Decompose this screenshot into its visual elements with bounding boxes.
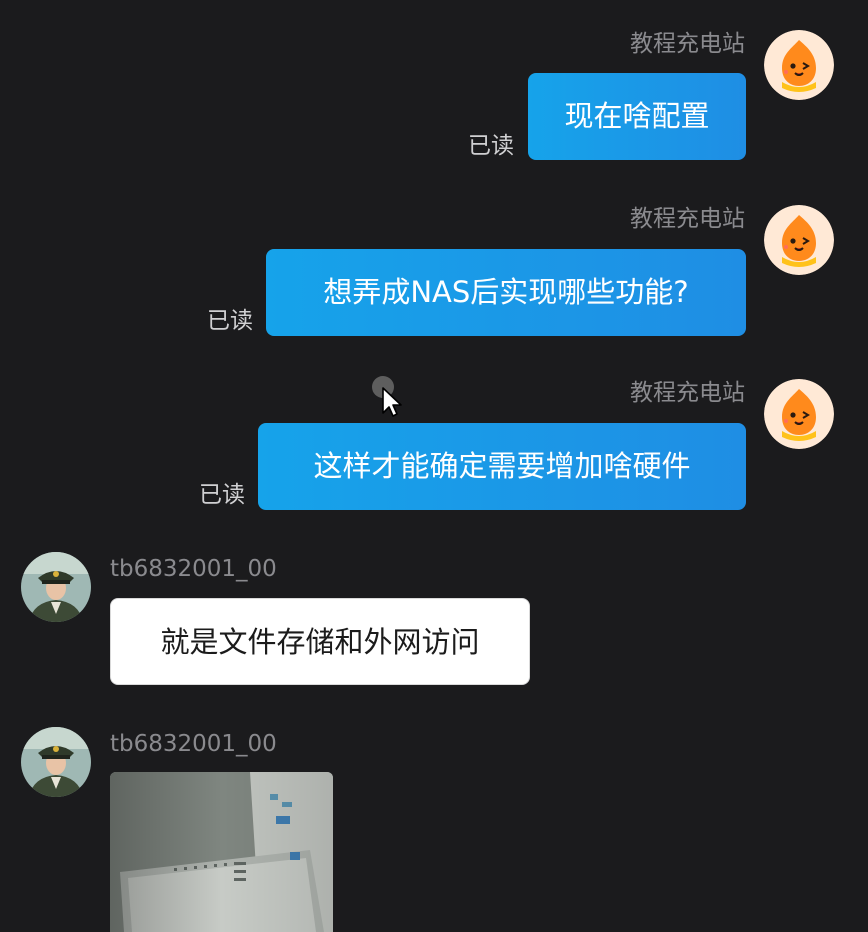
- message-bubble[interactable]: 这样才能确定需要增加啥硬件: [258, 423, 746, 510]
- image-message[interactable]: [110, 772, 333, 932]
- sender-name: tb6832001_00: [110, 731, 277, 757]
- message-bubble[interactable]: 想弄成NAS后实现哪些功能?: [266, 249, 746, 336]
- read-status: 已读: [207, 308, 253, 334]
- message-bubble[interactable]: 现在啥配置: [528, 73, 746, 160]
- sender-name: 教程充电站: [630, 206, 745, 232]
- sender-name: tb6832001_00: [110, 556, 277, 582]
- sender-name: 教程充电站: [630, 380, 745, 406]
- read-status: 已读: [199, 482, 245, 508]
- message-bubble[interactable]: 就是文件存储和外网访问: [110, 598, 530, 685]
- user-avatar-icon[interactable]: [21, 552, 91, 622]
- user-avatar-icon[interactable]: [21, 727, 91, 797]
- agent-avatar-icon[interactable]: [764, 205, 834, 275]
- agent-avatar-icon[interactable]: [764, 379, 834, 449]
- read-status: 已读: [468, 133, 514, 159]
- mouse-pointer-icon: [372, 376, 402, 420]
- agent-avatar-icon[interactable]: [764, 30, 834, 100]
- sender-name: 教程充电站: [630, 31, 745, 57]
